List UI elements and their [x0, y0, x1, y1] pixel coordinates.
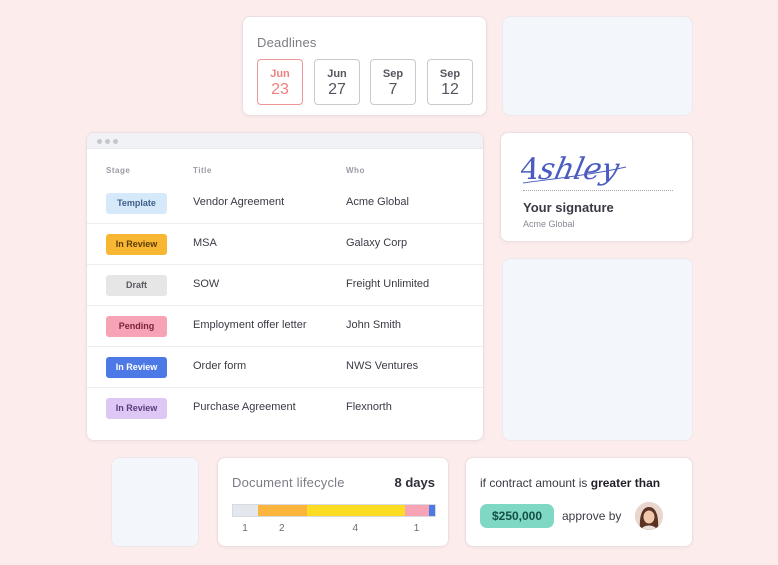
document-title: Vendor Agreement [193, 196, 285, 208]
table-row[interactable]: In Review MSA Galaxy Corp [87, 224, 483, 265]
document-title: Order form [193, 360, 247, 372]
table-row[interactable]: Template Vendor Agreement Acme Global [87, 183, 483, 224]
placeholder-panel [111, 457, 199, 547]
stage-badge: Template [106, 193, 167, 214]
column-header-stage: Stage [106, 166, 131, 175]
stage-badge: Draft [106, 275, 167, 296]
lifecycle-segment-label: 2 [279, 523, 285, 534]
deadline-month: Sep [382, 68, 404, 80]
window-dot [105, 139, 110, 144]
approve-label: approve by [562, 509, 622, 523]
document-title: MSA [193, 237, 217, 249]
lifecycle-card: Document lifecycle 8 days 1 2 4 1 [217, 457, 449, 547]
document-party: John Smith [346, 319, 402, 331]
lifecycle-segment [306, 505, 405, 516]
signature-company: Acme Global [523, 219, 575, 229]
signature-label: Your signature [523, 200, 614, 215]
approval-rule-card: if contract amount is greater than $250,… [465, 457, 693, 547]
document-party: Flexnorth [346, 401, 392, 413]
table-row[interactable]: In Review Purchase Agreement Flexnorth [87, 388, 483, 429]
deadline-date[interactable]: Jun 23 [257, 59, 303, 105]
document-title: Purchase Agreement [193, 401, 296, 413]
signature-line [523, 190, 673, 191]
document-title: Employment offer letter [193, 319, 307, 331]
avatar-portrait [635, 502, 663, 530]
column-header-who: Who [346, 166, 365, 175]
lifecycle-segment [404, 505, 429, 516]
lifecycle-segment [257, 505, 307, 516]
stage-badge: In Review [106, 357, 167, 378]
deadline-month: Sep [439, 68, 461, 80]
document-party: Freight Unlimited [346, 278, 430, 290]
signature-card[interactable]: Ashley Your signature Acme Global [500, 132, 693, 242]
lifecycle-end-marker [429, 505, 435, 516]
avatar[interactable] [635, 502, 663, 530]
document-party: Acme Global [346, 196, 409, 208]
lifecycle-segment [233, 505, 258, 516]
documents-table: Stage Title Who Template Vendor Agreemen… [86, 132, 484, 441]
rule-text: if contract amount is greater than [480, 476, 660, 490]
stage-badge: In Review [106, 398, 167, 419]
table-row[interactable]: Pending Employment offer letter John Smi… [87, 306, 483, 347]
lifecycle-segment-label: 4 [352, 523, 359, 534]
rule-condition: greater than [590, 476, 661, 490]
document-party: Galaxy Corp [346, 237, 408, 249]
deadline-date[interactable]: Sep 7 [370, 59, 416, 105]
lifecycle-days: 8 days [394, 475, 435, 490]
deadline-day: 27 [328, 81, 346, 98]
amount-badge[interactable]: $250,000 [480, 504, 554, 528]
lifecycle-segment-label: 1 [413, 523, 420, 534]
deadlines-card: Deadlines Jun 23 Jun 27 Sep 7 Sep 12 [242, 16, 487, 116]
table-row[interactable]: Draft SOW Freight Unlimited [87, 265, 483, 306]
lifecycle-title: Document lifecycle [232, 475, 345, 490]
deadline-day: 12 [441, 81, 459, 98]
document-party: NWS Ventures [346, 360, 419, 372]
stage-badge: In Review [106, 234, 167, 255]
placeholder-panel [502, 258, 693, 441]
signature-drawing: Ashley [521, 152, 627, 187]
table-row[interactable]: In Review Order form NWS Ventures [87, 347, 483, 388]
deadlines-title: Deadlines [257, 35, 317, 50]
placeholder-panel [502, 16, 693, 116]
window-dot [113, 139, 118, 144]
deadline-month: Jun [327, 68, 347, 80]
deadline-day: 7 [388, 81, 398, 98]
signature-name: Ashley [521, 152, 623, 187]
window-dot [97, 139, 102, 144]
rule-prefix: if contract amount is [480, 476, 588, 490]
stage-badge: Pending [106, 316, 167, 337]
lifecycle-segment-label: 1 [242, 523, 248, 534]
lifecycle-bar [232, 504, 436, 517]
deadline-month: Jun [270, 68, 290, 80]
column-header-title: Title [193, 166, 212, 175]
document-title: SOW [193, 278, 220, 290]
deadline-day: 23 [271, 81, 289, 98]
deadline-date[interactable]: Sep 12 [427, 59, 473, 105]
deadline-date[interactable]: Jun 27 [314, 59, 360, 105]
window-chrome [87, 133, 483, 149]
